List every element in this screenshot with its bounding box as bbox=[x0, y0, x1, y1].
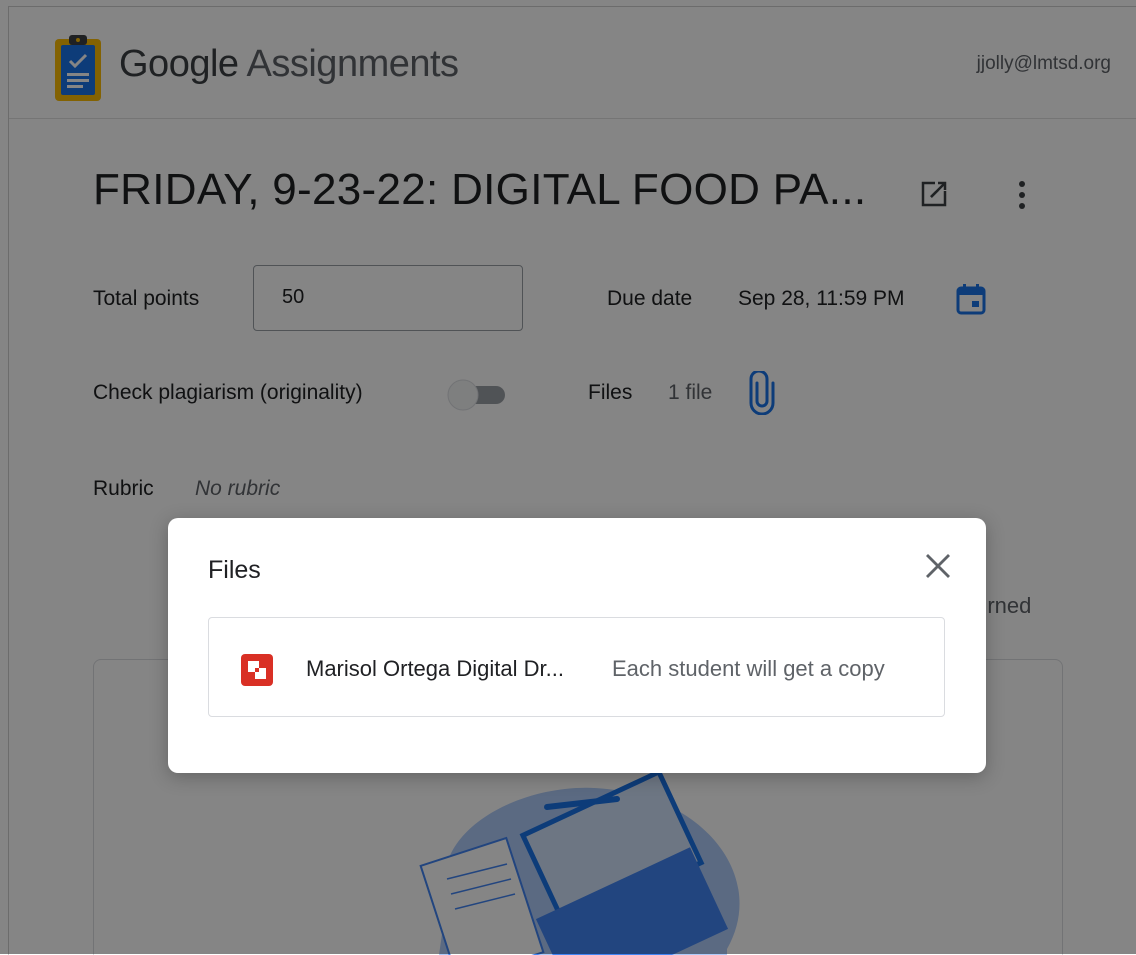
file-list-item[interactable]: Marisol Ortega Digital Dr... Each studen… bbox=[208, 617, 945, 717]
files-dialog: Files Marisol Ortega Digital Dr... Each … bbox=[168, 518, 986, 773]
file-name: Marisol Ortega Digital Dr... bbox=[306, 656, 564, 681]
slides-file-icon bbox=[241, 654, 273, 686]
modal-scrim[interactable] bbox=[0, 0, 1136, 954]
close-icon[interactable] bbox=[920, 548, 956, 584]
dialog-title: Files bbox=[208, 556, 261, 584]
file-copy-note: Each student will get a copy bbox=[612, 656, 885, 681]
